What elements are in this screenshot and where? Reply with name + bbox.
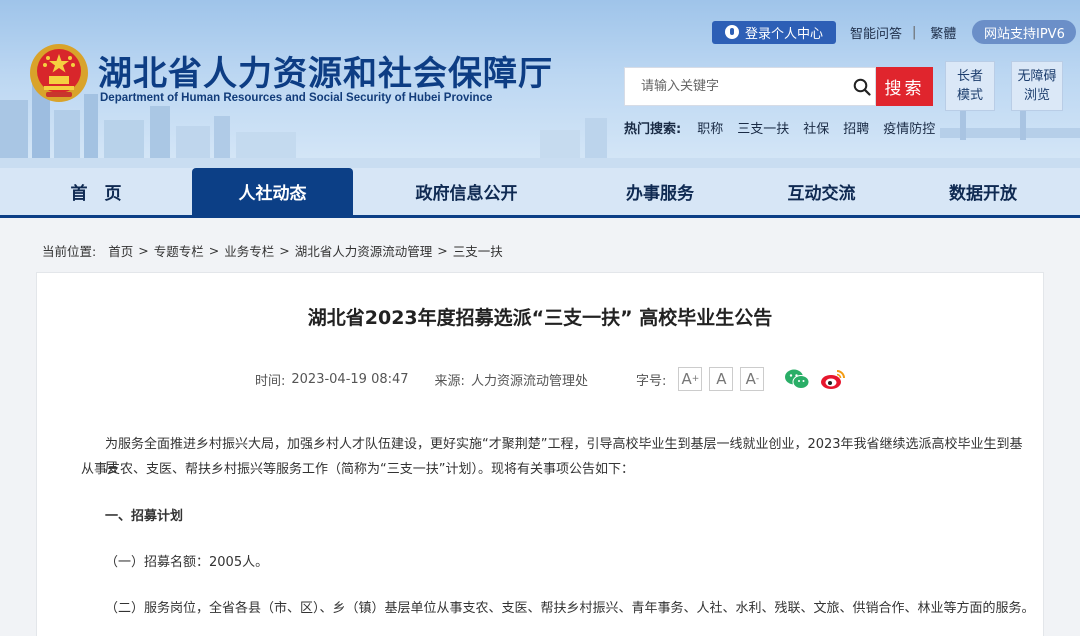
hot-keyword[interactable]: 招聘: [843, 118, 869, 137]
main-nav: 首 页 人社动态 政府信息公开 办事服务 互动交流 数据开放: [0, 168, 1080, 218]
elder-mode-label-1: 长者: [956, 69, 983, 84]
search-input[interactable]: [625, 68, 845, 105]
time-label: 时间:: [255, 373, 286, 389]
breadcrumb-arrow: >: [437, 243, 448, 258]
hot-keyword[interactable]: 社保: [803, 118, 829, 137]
accessible-browse-button[interactable]: 无障碍 浏览: [1011, 61, 1063, 111]
search-button[interactable]: 搜索: [876, 67, 933, 106]
smart-qa-link[interactable]: 智能问答: [850, 23, 902, 42]
article-paragraph: （二）服务岗位，全省各县（市、区）、乡（镇）基层单位从事支农、支医、帮扶乡村振兴…: [105, 601, 1035, 616]
ipv6-badge[interactable]: 网站支持IPV6: [972, 20, 1077, 44]
nav-interaction[interactable]: 互动交流: [740, 168, 903, 215]
breadcrumb-arrow: >: [279, 243, 290, 258]
traditional-chinese-link[interactable]: 繁體: [930, 23, 956, 42]
breadcrumb-item[interactable]: 湖北省人力资源流动管理: [295, 241, 433, 260]
source-label: 来源:: [434, 373, 465, 389]
nav-hr-news[interactable]: 人社动态: [192, 168, 353, 215]
breadcrumb-arrow: >: [208, 243, 220, 258]
nav-open-data[interactable]: 数据开放: [903, 168, 1063, 215]
article-card: 湖北省2023年度招募选派“三支一扶” 高校毕业生公告 时间: 2023-04-…: [36, 272, 1044, 636]
hot-search: 热门搜索: 职称 三支一扶 社保 招聘 疫情防控: [624, 118, 949, 137]
time-value: 2023-04-19 08:47: [291, 371, 409, 387]
breadcrumb-arrow: >: [138, 243, 149, 258]
breadcrumb-item[interactable]: 首页: [108, 241, 133, 260]
search-box: [624, 67, 876, 106]
elder-mode-label-2: 模式: [956, 88, 983, 103]
site-header: 湖北省人力资源和社会保障厅 Department of Human Resour…: [0, 0, 1080, 168]
wechat-share-icon[interactable]: [784, 368, 810, 390]
hot-keyword[interactable]: 疫情防控: [883, 118, 935, 137]
font-decrease-button[interactable]: A-: [740, 367, 765, 391]
hot-search-label: 热门搜索:: [624, 122, 682, 137]
elder-mode-button[interactable]: 长者 模式: [945, 61, 995, 111]
search-icon[interactable]: [853, 78, 871, 96]
breadcrumb-label: 当前位置:: [42, 244, 97, 259]
login-label: 登录个人中心: [744, 26, 823, 42]
login-button[interactable]: 登录个人中心: [712, 20, 836, 44]
site-subtitle: Department of Human Resources and Social…: [100, 92, 493, 104]
nav-services[interactable]: 办事服务: [580, 168, 740, 215]
accessible-label-2: 浏览: [1023, 88, 1050, 103]
hot-keyword[interactable]: 职称: [697, 118, 723, 137]
accessible-label-1: 无障碍: [1017, 69, 1057, 84]
breadcrumb-item[interactable]: 三支一扶: [453, 241, 503, 260]
font-reset-button[interactable]: A: [709, 367, 734, 391]
article-meta: 时间: 2023-04-19 08:47 来源: 人力资源流动管理处 字号: A…: [255, 367, 846, 391]
top-links: 登录个人中心 智能问答 | 繁體 网站支持IPV6: [712, 20, 1077, 44]
site-title: 湖北省人力资源和社会保障厅: [98, 54, 553, 94]
link-separator: |: [912, 24, 917, 40]
article-title: 湖北省2023年度招募选派“三支一扶” 高校毕业生公告: [307, 307, 773, 329]
breadcrumb: 当前位置: 首页 > 专题专栏 > 业务专栏 > 湖北省人力资源流动管理 > 三…: [42, 241, 507, 260]
source-value: 人力资源流动管理处: [470, 373, 588, 389]
hot-keyword[interactable]: 三支一扶: [737, 118, 789, 137]
article-paragraph: 从事支农、支医、帮扶乡村振兴等服务工作（简称为“三支一扶”计划）。现将有关事项公…: [81, 462, 634, 477]
font-size-label: 字号:: [635, 373, 667, 389]
breadcrumb-item[interactable]: 业务专栏: [224, 241, 274, 260]
nav-gov-info[interactable]: 政府信息公开: [353, 168, 580, 215]
article-paragraph: （一）招募名额：2005人。: [105, 555, 269, 570]
breadcrumb-item[interactable]: 专题专栏: [154, 241, 204, 260]
weibo-share-icon[interactable]: [820, 368, 846, 390]
national-emblem-icon: [30, 44, 88, 102]
user-info-icon: [724, 25, 739, 39]
nav-home[interactable]: 首 页: [0, 168, 192, 215]
section-heading: 一、招募计划: [105, 509, 184, 524]
font-increase-button[interactable]: A +: [678, 367, 703, 391]
